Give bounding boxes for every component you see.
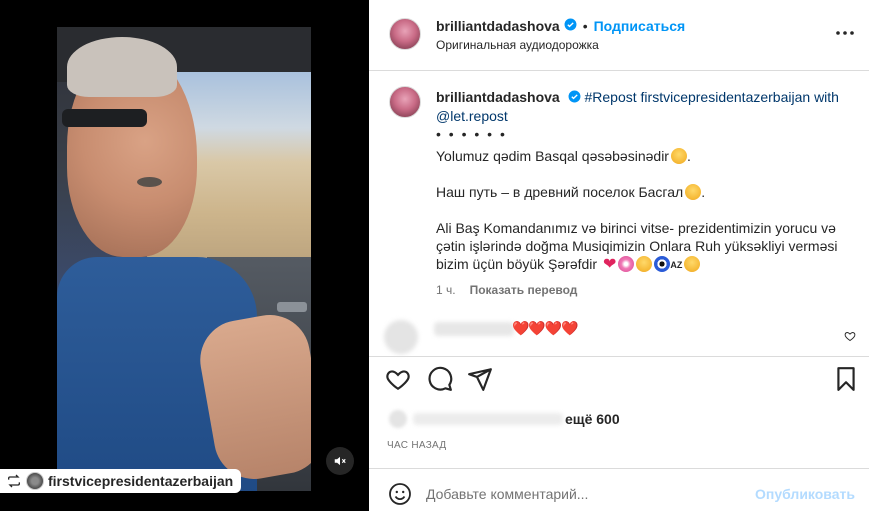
caption-line-ru: Наш путь – в древний поселок Басгал.: [436, 184, 706, 201]
smiling-face-hearts-emoji-icon: [684, 256, 701, 273]
post-header: brilliantdadashova • Подписаться Оригина…: [389, 16, 859, 56]
author-avatar[interactable]: [389, 18, 421, 50]
speaker-muted-icon: [334, 456, 346, 466]
verified-badge-icon: [568, 89, 581, 107]
likes-count[interactable]: ещё 600: [565, 411, 620, 427]
likes-summary[interactable]: ещё 600: [389, 410, 620, 428]
post-timestamp[interactable]: ЧАС НАЗАД: [387, 440, 446, 451]
post-media[interactable]: firstvicepresidentazerbaijan: [0, 0, 369, 511]
original-audio-link[interactable]: Оригинальная аудиодорожка: [436, 38, 599, 52]
follow-button[interactable]: Подписаться: [594, 18, 686, 34]
red-heart-emoji-icon: ❤: [602, 256, 617, 274]
hashtag-repost[interactable]: #Repost: [584, 89, 636, 105]
smiling-face-hearts-emoji-icon: [636, 256, 653, 273]
publish-comment-button[interactable]: Опубликовать: [755, 486, 855, 502]
video-frame[interactable]: [57, 27, 311, 491]
caption-author-username[interactable]: brilliantdadashova: [436, 89, 560, 105]
add-comment-bar: Опубликовать: [369, 478, 869, 511]
caption-time: 1 ч.: [436, 283, 456, 297]
comment-box-divider: [369, 468, 869, 469]
caption-line-long: Ali Baş Komandanımız və birinci vitse- p…: [436, 219, 846, 274]
separator-dot: •: [582, 18, 588, 34]
liker-names-blurred: [413, 413, 563, 425]
emoji-picker-icon[interactable]: [388, 482, 412, 506]
caption-text-ru: Наш путь – в древний поселок Басгал: [436, 184, 684, 201]
caption-dots: • • • • • •: [436, 126, 507, 143]
post-actions: [385, 366, 855, 394]
door-handle: [277, 302, 307, 312]
evil-eye-emoji-icon: [654, 256, 671, 273]
repost-source-avatar: [26, 472, 44, 490]
smiling-face-hearts-emoji-icon: [670, 148, 687, 165]
az-flag-label: AZ: [670, 260, 683, 271]
show-translation-button[interactable]: Показать перевод: [470, 283, 578, 297]
author-username[interactable]: brilliantdadashova: [436, 18, 560, 34]
like-heart-icon[interactable]: [385, 366, 411, 392]
mention-link[interactable]: @let.repost: [436, 108, 508, 124]
comment-like-heart-icon[interactable]: [844, 330, 856, 342]
commenter-avatar[interactable]: [384, 320, 418, 354]
mute-button[interactable]: [326, 447, 354, 475]
header-divider: [369, 70, 869, 71]
source-account-link[interactable]: firstvicepresidentazerbaijan: [641, 89, 811, 105]
caption-author-avatar[interactable]: [389, 86, 421, 118]
verified-badge-icon: [564, 18, 577, 34]
author-row: brilliantdadashova • Подписаться: [436, 18, 685, 34]
post-details-panel: brilliantdadashova • Подписаться Оригина…: [369, 0, 869, 511]
commenter-name-blurred: [434, 322, 514, 336]
comment-text: ❤️❤️❤️❤️: [512, 320, 579, 336]
save-bookmark-icon[interactable]: [833, 366, 859, 392]
repost-attribution[interactable]: firstvicepresidentazerbaijan: [0, 469, 242, 493]
repost-icon: [8, 474, 20, 488]
caption-with-word: with: [814, 89, 839, 105]
share-paper-plane-icon[interactable]: [467, 366, 493, 392]
caption-text-az: Yolumuz qədim Basqal qəsəbəsinədir: [436, 148, 669, 165]
repost-source-name: firstvicepresidentazerbaijan: [48, 473, 234, 489]
driver-mustache: [137, 177, 162, 187]
actions-divider: [369, 356, 869, 357]
flower-emoji-icon: [618, 256, 635, 273]
comment-bubble-icon[interactable]: [427, 366, 453, 392]
caption-meta: 1 ч. Показать перевод: [436, 283, 577, 297]
comment-input[interactable]: [426, 483, 726, 505]
driver-sunglasses: [62, 109, 147, 127]
caption-line-az: Yolumuz qədim Basqal qəsəbəsinədir.: [436, 148, 691, 165]
liker-avatar: [389, 410, 407, 428]
driver-hair: [67, 37, 177, 97]
more-options-icon[interactable]: [834, 26, 856, 40]
caption-body: brilliantdadashova #Repost firstvicepres…: [436, 88, 846, 274]
comment-item: ❤️❤️❤️❤️: [384, 318, 856, 354]
smiling-face-hearts-emoji-icon: [685, 184, 702, 201]
